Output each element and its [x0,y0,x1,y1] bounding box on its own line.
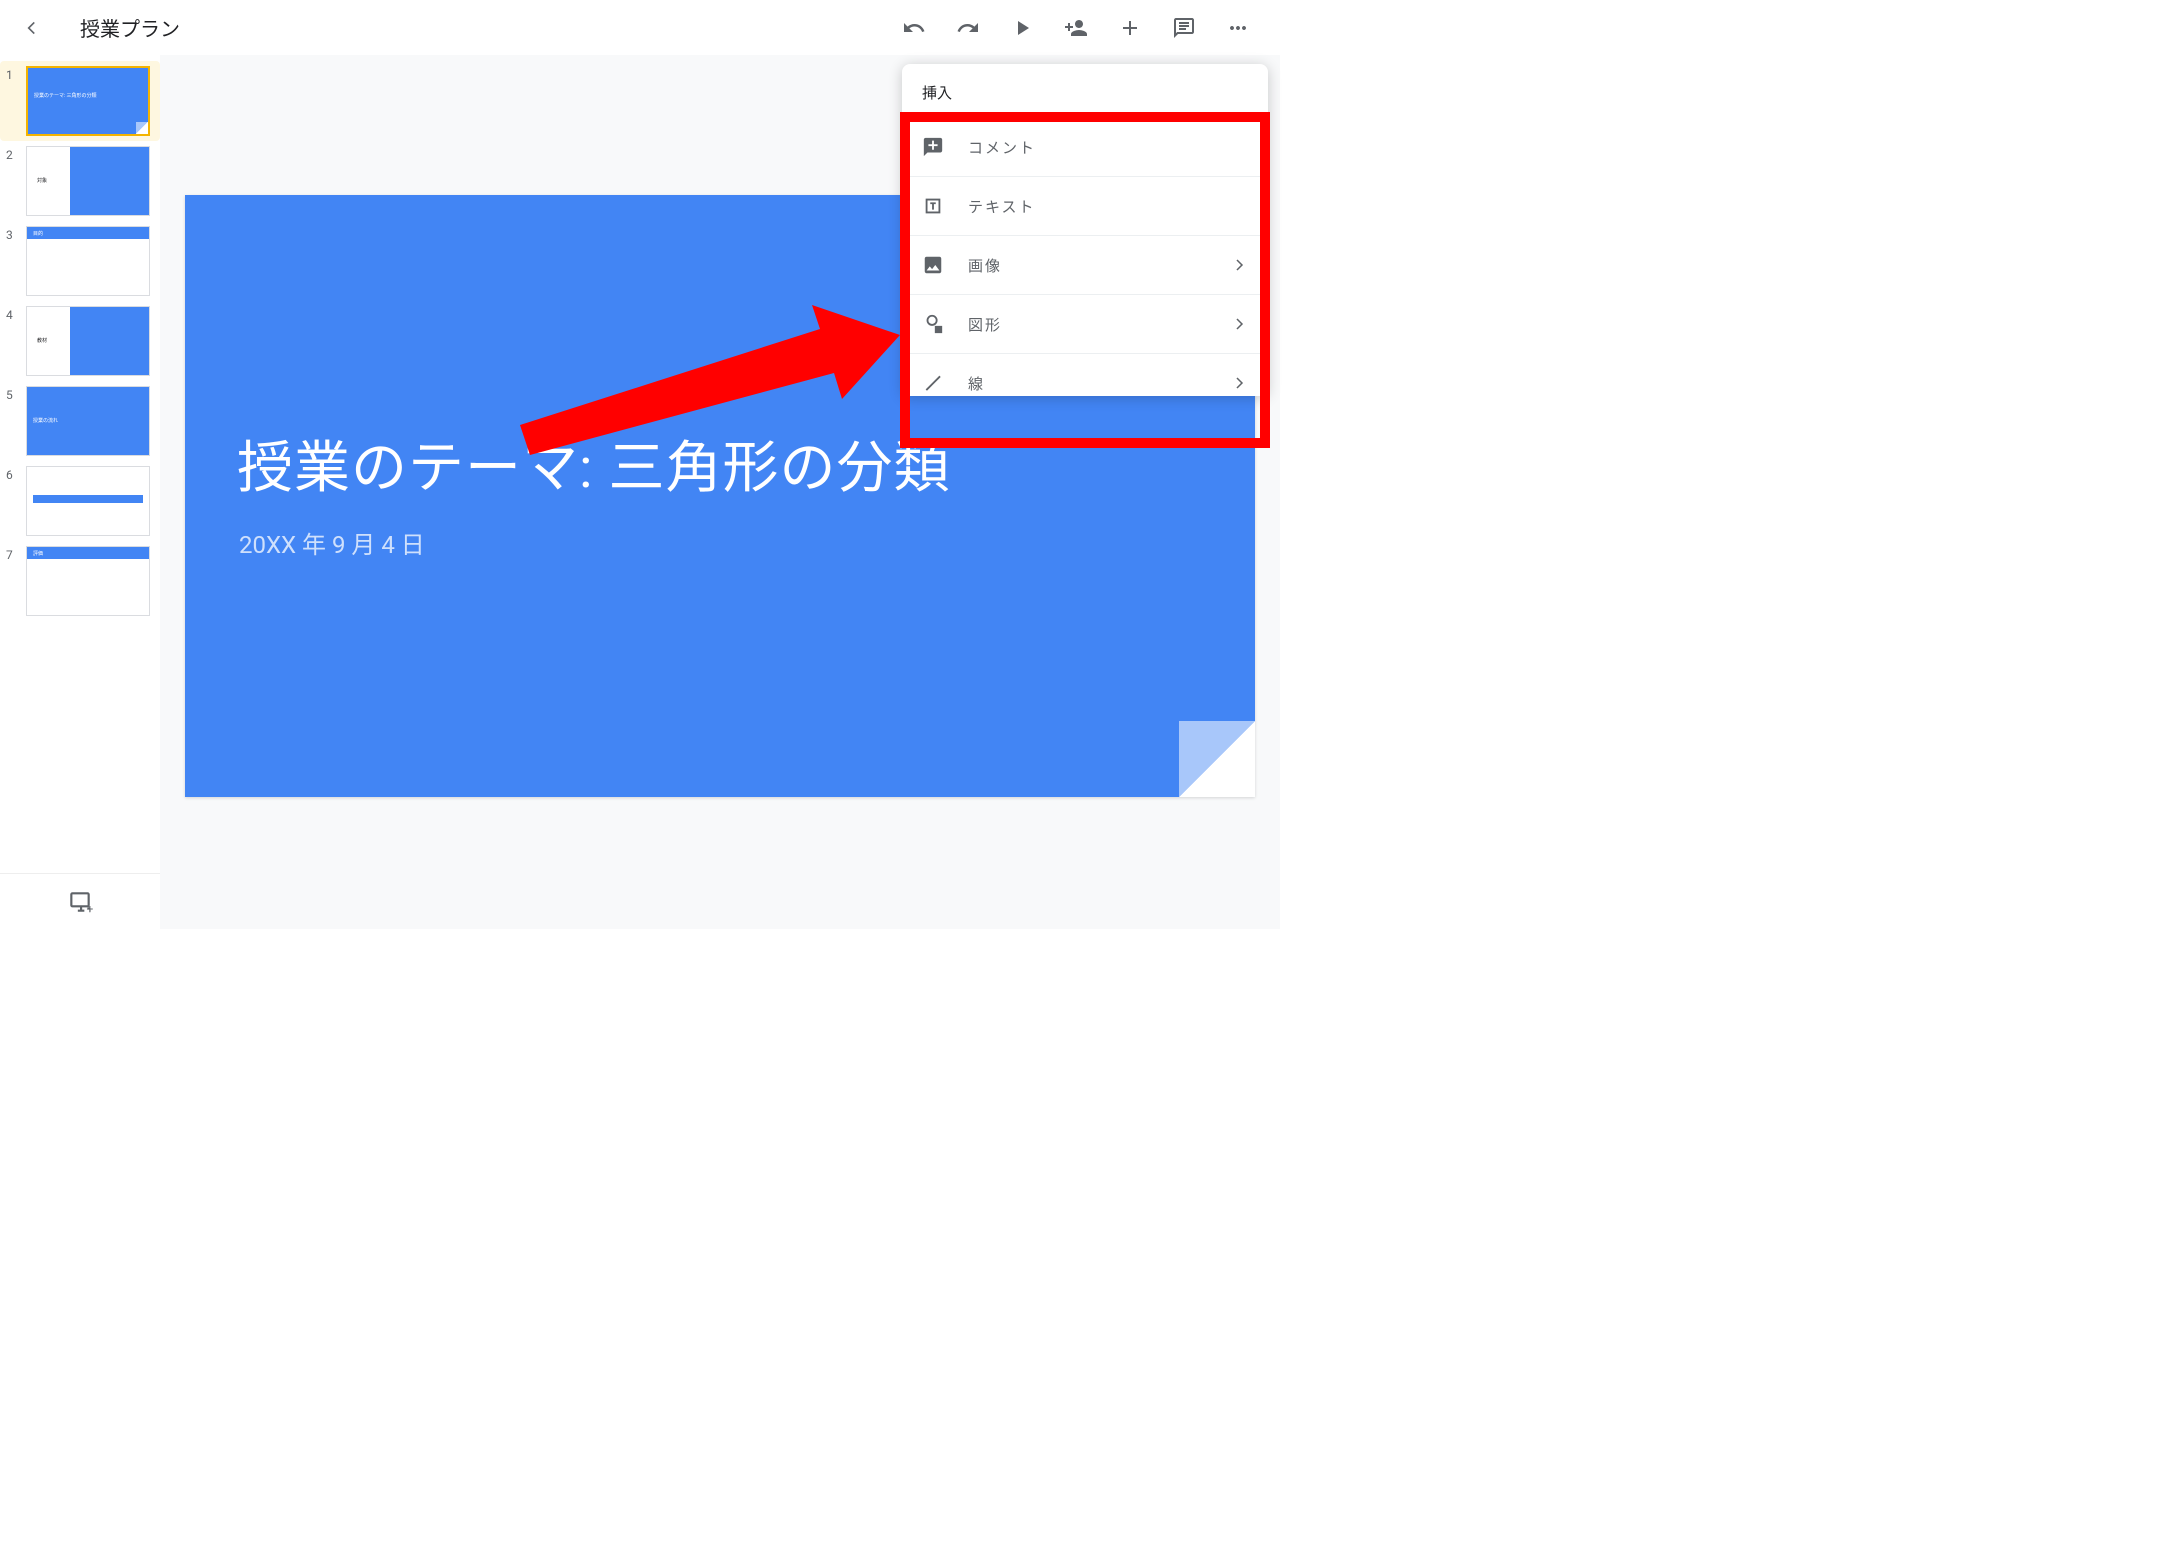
more-horiz-icon [1226,16,1250,40]
menu-item-line[interactable]: 線 [902,353,1268,396]
image-icon [922,254,944,276]
thumbnail-5[interactable]: 5 授業の流れ [0,381,160,461]
more-button[interactable] [1212,4,1264,52]
new-slide-button[interactable]: + [0,873,160,929]
chevron-right-icon [1230,374,1248,392]
thumb-number: 5 [6,386,20,402]
thumbnail-3[interactable]: 3 目的 [0,221,160,301]
svg-text:+: + [87,901,94,914]
thumb-number: 2 [6,146,20,162]
line-icon [922,372,944,394]
person-add-icon [1064,16,1088,40]
back-button[interactable] [12,8,52,48]
add-comment-icon [922,136,944,158]
undo-button[interactable] [888,4,940,52]
menu-label: 線 [968,373,1206,394]
present-button[interactable] [996,4,1048,52]
thumbnail-1[interactable]: 1 授業のテーマ: 三角形の分類 [0,61,160,141]
shapes-icon [922,313,944,335]
thumbnail-2[interactable]: 2 対象 [0,141,160,221]
menu-label: 図形 [968,314,1206,335]
slide-title: 授業のテーマ: 三角形の分類 [237,423,950,504]
text-box-icon [922,195,944,217]
thumbnail-4[interactable]: 4 教材 [0,301,160,381]
thumb-number: 1 [6,66,20,82]
thumb-number: 6 [6,466,20,482]
thumb-number: 4 [6,306,20,322]
new-slide-icon: + [67,889,93,915]
comment-button[interactable] [1158,4,1210,52]
insert-dropdown: 挿入 コメント テキスト 画像 図形 線 [902,64,1268,396]
page-fold-decoration [1179,721,1255,797]
insert-button[interactable] [1104,4,1156,52]
thumb-number: 7 [6,546,20,562]
slide-date: 20XX 年 9 月 4 日 [239,525,425,560]
share-button[interactable] [1050,4,1102,52]
document-title: 授業プラン [80,13,888,42]
thumbnail-7[interactable]: 7 評価 [0,541,160,621]
menu-item-shape[interactable]: 図形 [902,294,1268,353]
toolbar [888,4,1268,52]
menu-item-image[interactable]: 画像 [902,235,1268,294]
comment-icon [1172,16,1196,40]
app-header: 授業プラン [0,0,1280,55]
chevron-right-icon [1230,256,1248,274]
chevron-left-icon [22,18,42,38]
thumbnail-6[interactable]: 6 [0,461,160,541]
menu-label: テキスト [968,196,1248,217]
thumb-number: 3 [6,226,20,242]
undo-icon [902,16,926,40]
redo-icon [956,16,980,40]
menu-label: 画像 [968,255,1206,276]
redo-button[interactable] [942,4,994,52]
menu-label: コメント [968,137,1248,158]
plus-icon [1118,16,1142,40]
menu-item-comment[interactable]: コメント [902,117,1268,176]
slide-panel: 1 授業のテーマ: 三角形の分類 2 対象 3 目的 4 教材 [0,55,160,929]
chevron-right-icon [1230,315,1248,333]
dropdown-arrow [1105,64,1125,66]
thumbnail-list: 1 授業のテーマ: 三角形の分類 2 対象 3 目的 4 教材 [0,61,160,873]
menu-item-text[interactable]: テキスト [902,176,1268,235]
dropdown-title: 挿入 [902,64,1268,117]
play-icon [1010,16,1034,40]
